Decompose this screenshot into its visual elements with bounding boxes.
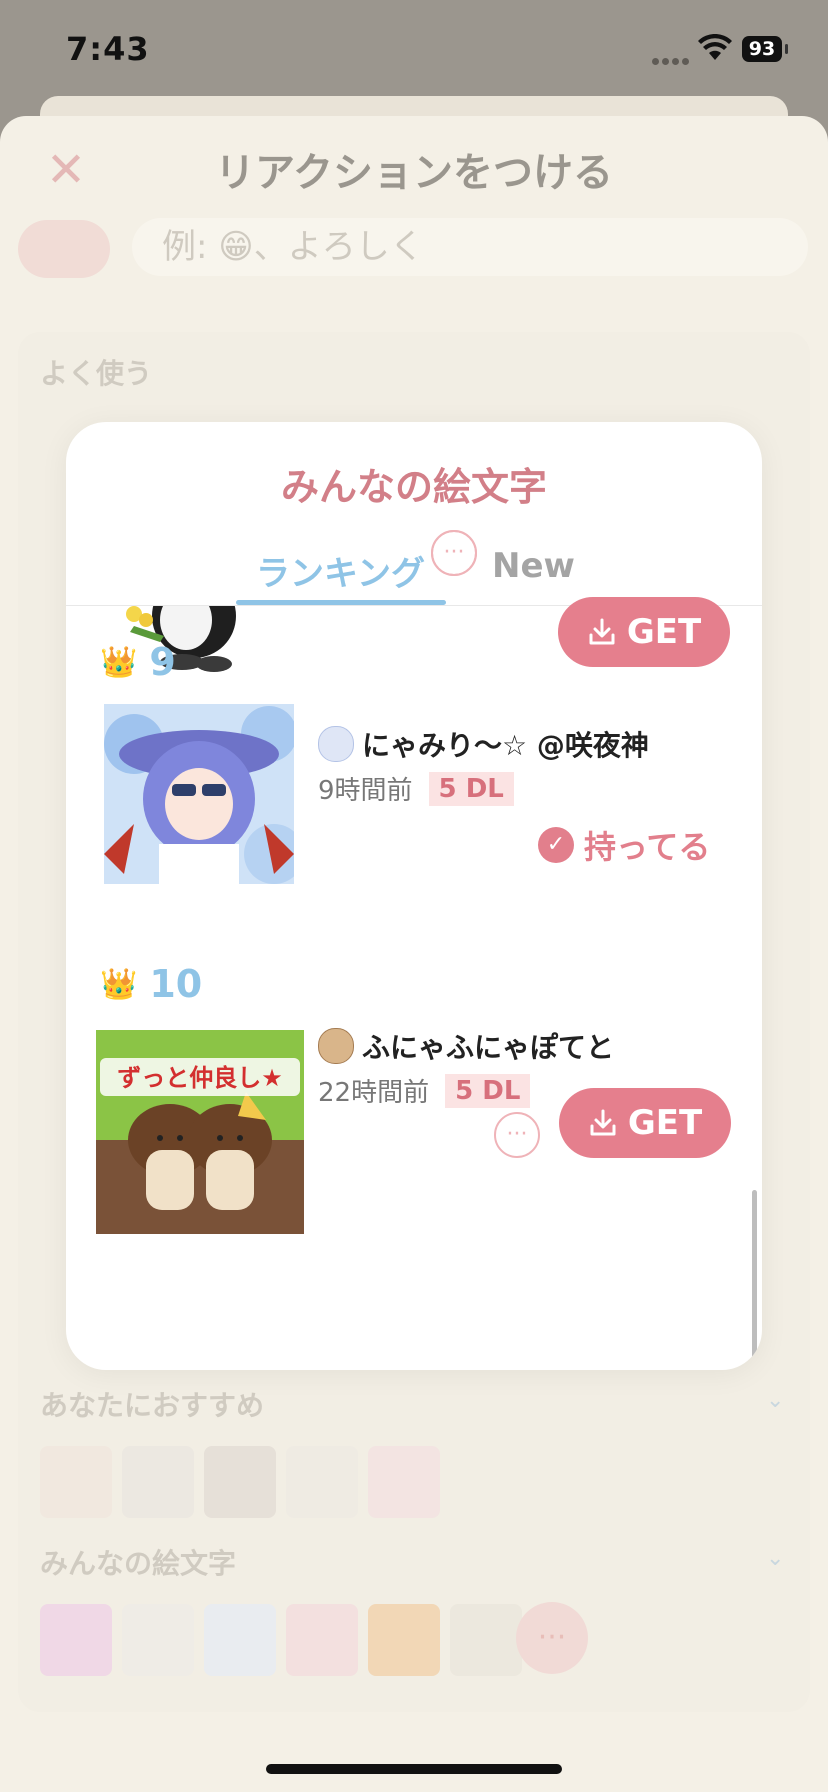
image-caption: ずっと仲良し★: [117, 1064, 283, 1092]
section-recommended: あなたにおすすめ: [40, 1389, 265, 1422]
item-meta: 9時間前 5 DL: [318, 770, 514, 807]
more-options-button[interactable]: ···: [494, 1112, 540, 1158]
chevron-down-icon[interactable]: ⌄: [766, 1388, 784, 1413]
tab-ranking[interactable]: ランキング: [256, 546, 425, 595]
chevron-down-icon[interactable]: ⌄: [766, 1546, 784, 1571]
owned-status: ✓ 持ってる: [538, 822, 710, 868]
emoji-thumb[interactable]: [40, 1604, 112, 1676]
check-circle-icon: ✓: [538, 827, 574, 863]
author-label: ふにゃふにゃぽてと: [362, 1031, 615, 1064]
modal-title: みんなの絵文字: [280, 465, 547, 509]
posted-time: 9時間前: [318, 776, 413, 806]
download-icon: [589, 618, 615, 645]
rank-header-10: 👑 10: [100, 962, 202, 1006]
everyone-emoji-row: [40, 1604, 522, 1676]
emoji-category-button[interactable]: [18, 220, 110, 278]
download-icon: [590, 1109, 616, 1136]
author-name[interactable]: にゃみり〜☆ @咲夜神: [318, 724, 649, 764]
author-name[interactable]: ふにゃふにゃぽてと: [318, 1026, 614, 1066]
emoji-thumb[interactable]: [204, 1446, 276, 1518]
emoji-thumb[interactable]: [286, 1604, 358, 1676]
emoji-thumb[interactable]: [368, 1446, 440, 1518]
more-options-button[interactable]: ···: [431, 530, 477, 576]
rank-number: 9: [149, 640, 176, 684]
tab-new[interactable]: New: [492, 546, 575, 586]
download-count-badge: 5 DL: [428, 771, 514, 806]
recommended-emoji-row: [40, 1446, 440, 1518]
get-label: GET: [626, 612, 702, 652]
download-count-badge: 5 DL: [445, 1073, 531, 1108]
author-label: にゃみり〜☆ @咲夜神: [362, 729, 649, 762]
emoji-image-nameko[interactable]: ずっと仲良し★: [96, 1030, 304, 1234]
crown-icon: 👑: [100, 966, 138, 1002]
owned-label: 持ってる: [584, 828, 711, 866]
emoji-image-anime-girl[interactable]: [104, 704, 294, 884]
emoji-thumb[interactable]: [286, 1446, 358, 1518]
emoji-thumb[interactable]: [368, 1604, 440, 1676]
wifi-icon: [698, 34, 732, 60]
status-time: 7:43: [66, 30, 150, 68]
rank-number: 10: [149, 962, 203, 1006]
status-bar: 7:43 93: [0, 0, 828, 100]
emoji-thumb[interactable]: [122, 1604, 194, 1676]
get-button[interactable]: GET: [559, 1088, 731, 1158]
battery-tip: [785, 44, 788, 54]
section-everyone: みんなの絵文字: [40, 1547, 237, 1580]
posted-time: 22時間前: [318, 1078, 430, 1108]
emoji-thumb[interactable]: [40, 1446, 112, 1518]
crown-icon: 👑: [100, 644, 138, 680]
get-label: GET: [627, 1103, 703, 1143]
home-indicator: [266, 1764, 562, 1774]
emoji-thumb[interactable]: [122, 1446, 194, 1518]
item-meta: 22時間前 5 DL: [318, 1072, 531, 1109]
emoji-thumb[interactable]: [204, 1604, 276, 1676]
search-input[interactable]: 例: 😁、よろしく: [132, 218, 808, 276]
scrollbar[interactable]: [752, 1190, 757, 1360]
rank-header-9: 👑 9: [100, 640, 176, 684]
sheet-title: リアクションをつける: [215, 150, 613, 196]
battery-icon: 93: [742, 36, 782, 62]
emoji-thumb[interactable]: [450, 1604, 522, 1676]
cellular-signal-icon: [652, 50, 692, 69]
section-frequent: よく使う: [40, 357, 153, 390]
avatar[interactable]: [318, 1028, 354, 1064]
avatar[interactable]: [318, 726, 354, 762]
everyone-emoji-modal: みんなの絵文字 ランキング New ··· 👑 9 にゃみり〜☆ @咲夜神 9時…: [66, 422, 762, 1370]
get-button[interactable]: GET: [558, 597, 730, 667]
more-emoji-button[interactable]: ···: [516, 1602, 588, 1674]
